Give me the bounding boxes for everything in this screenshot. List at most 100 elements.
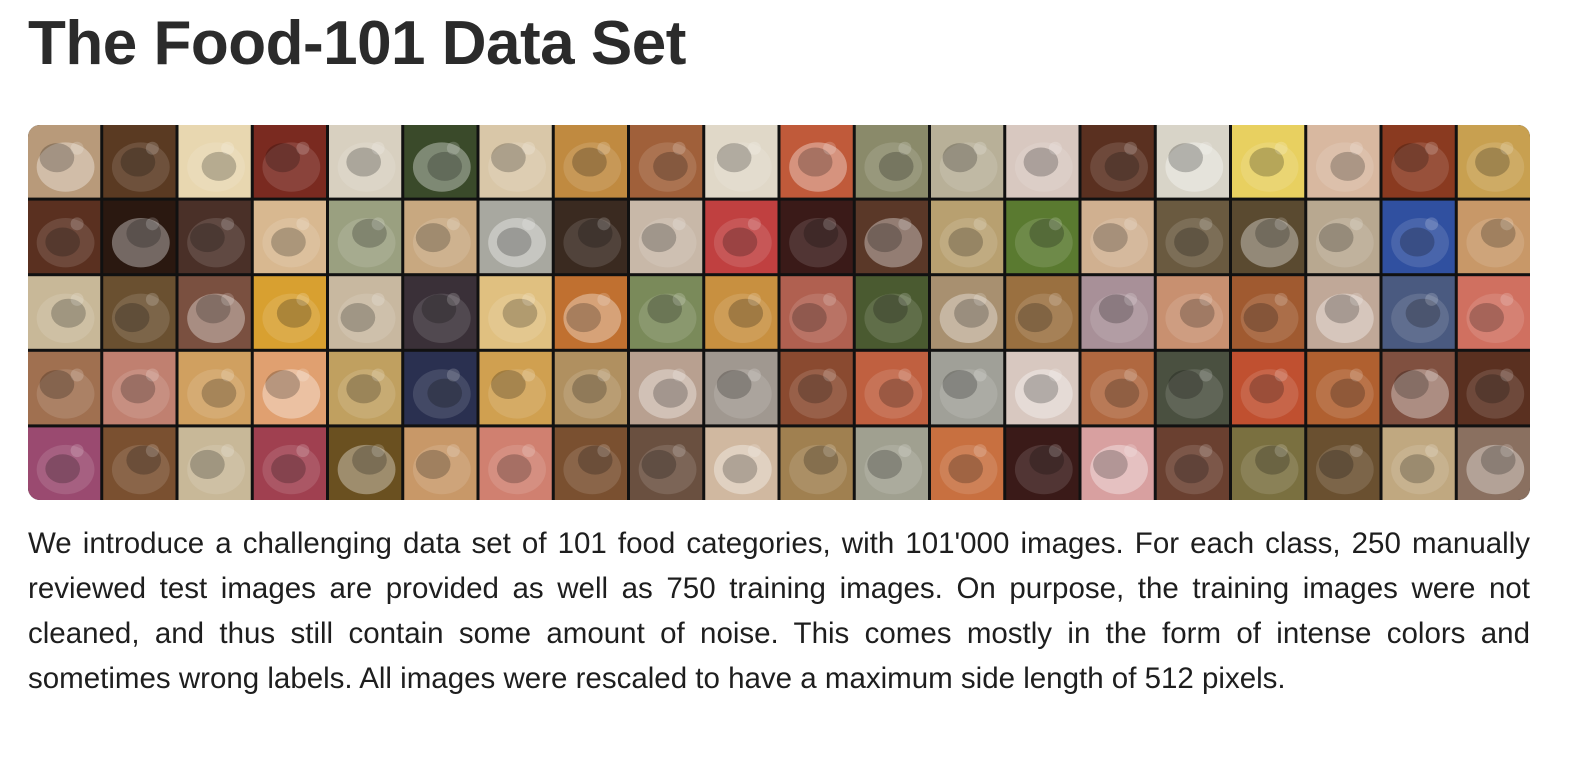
food-photo-tile bbox=[329, 351, 402, 425]
food-photo-tile bbox=[178, 276, 251, 349]
food-photo-tile bbox=[1382, 351, 1455, 425]
food-photo-tile bbox=[855, 427, 928, 500]
food-photo-tile bbox=[1156, 276, 1229, 349]
food-photo-tile bbox=[1232, 351, 1305, 425]
food-photo-tile bbox=[404, 351, 477, 425]
food-photo-tile bbox=[1232, 427, 1305, 500]
food-photo-tile bbox=[554, 276, 627, 349]
food-photo-tile bbox=[1457, 125, 1530, 198]
food-photo-tile bbox=[329, 200, 402, 274]
food-photo-tile bbox=[103, 427, 176, 500]
food-photo-tile bbox=[1457, 200, 1530, 274]
food-photo-tile bbox=[329, 276, 402, 349]
food-photo-tile bbox=[1457, 276, 1530, 349]
food-photo-tile bbox=[1006, 276, 1079, 349]
food-photo-tile bbox=[931, 351, 1004, 425]
food-photo-tile bbox=[28, 427, 101, 500]
food-photo-tile bbox=[329, 125, 402, 198]
mosaic-grid bbox=[28, 125, 1530, 500]
food-photo-tile bbox=[705, 351, 778, 425]
food-photo-tile bbox=[630, 200, 703, 274]
food-photo-tile bbox=[855, 351, 928, 425]
page-title: The Food-101 Data Set bbox=[28, 9, 686, 78]
food-photo-tile bbox=[1307, 276, 1380, 349]
food-photo-tile bbox=[479, 125, 552, 198]
food-photo-tile bbox=[1457, 427, 1530, 500]
food-photo-tile bbox=[1006, 200, 1079, 274]
food-photo-tile bbox=[1006, 427, 1079, 500]
food-photo-tile bbox=[1232, 276, 1305, 349]
food-photo-tile bbox=[780, 200, 853, 274]
food-photo-tile bbox=[1382, 276, 1455, 349]
food-photo-tile bbox=[780, 276, 853, 349]
food-photo-tile bbox=[931, 276, 1004, 349]
food-photo-tile bbox=[780, 427, 853, 500]
food-photo-tile bbox=[1081, 427, 1154, 500]
food-photo-tile bbox=[28, 200, 101, 274]
food-photo-tile bbox=[705, 427, 778, 500]
food-photo-tile bbox=[28, 276, 101, 349]
food-photo-tile bbox=[253, 200, 326, 274]
food-photo-tile bbox=[28, 351, 101, 425]
food-photo-tile bbox=[479, 427, 552, 500]
food-photo-tile bbox=[329, 427, 402, 500]
food-photo-tile bbox=[1307, 125, 1380, 198]
food-photo-tile bbox=[1156, 125, 1229, 198]
food-photo-tile bbox=[404, 276, 477, 349]
food-photo-tile bbox=[479, 276, 552, 349]
food-photo-tile bbox=[1081, 351, 1154, 425]
food-photo-tile bbox=[705, 125, 778, 198]
food-photo-tile bbox=[28, 125, 101, 198]
food-photo-tile bbox=[1457, 351, 1530, 425]
dataset-description: We introduce a challenging data set of 1… bbox=[28, 527, 1530, 695]
food-photo-tile bbox=[1156, 427, 1229, 500]
food-photo-tile bbox=[1156, 351, 1229, 425]
food-photo-tile bbox=[479, 351, 552, 425]
food-photo-tile bbox=[103, 200, 176, 274]
food-photo-tile bbox=[1156, 200, 1229, 274]
food-photo-tile bbox=[780, 351, 853, 425]
food-photo-tile bbox=[855, 200, 928, 274]
food-photo-tile bbox=[1232, 200, 1305, 274]
food-photo-tile bbox=[103, 276, 176, 349]
food-photo-tile bbox=[931, 125, 1004, 198]
food-photo-tile bbox=[1382, 427, 1455, 500]
food-image-mosaic bbox=[28, 125, 1530, 500]
food-photo-tile bbox=[630, 125, 703, 198]
food-photo-tile bbox=[780, 125, 853, 198]
food-photo-tile bbox=[554, 200, 627, 274]
food-photo-tile bbox=[554, 427, 627, 500]
food-photo-tile bbox=[931, 427, 1004, 500]
food-photo-tile bbox=[404, 125, 477, 198]
food-photo-tile bbox=[253, 351, 326, 425]
food-photo-tile bbox=[855, 276, 928, 349]
food-photo-tile bbox=[705, 200, 778, 274]
food-photo-tile bbox=[103, 351, 176, 425]
food-photo-tile bbox=[554, 351, 627, 425]
food-photo-tile bbox=[705, 276, 778, 349]
food-photo-tile bbox=[1382, 125, 1455, 198]
food-photo-tile bbox=[1307, 351, 1380, 425]
food-photo-tile bbox=[931, 200, 1004, 274]
food-photo-tile bbox=[404, 200, 477, 274]
food-photo-tile bbox=[630, 427, 703, 500]
food-photo-tile bbox=[253, 427, 326, 500]
food-photo-tile bbox=[1307, 427, 1380, 500]
food-photo-tile bbox=[404, 427, 477, 500]
food-photo-tile bbox=[1382, 200, 1455, 274]
food-photo-tile bbox=[1006, 351, 1079, 425]
food-photo-tile bbox=[103, 125, 176, 198]
food-photo-tile bbox=[178, 200, 251, 274]
food-photo-tile bbox=[178, 351, 251, 425]
food-photo-tile bbox=[178, 427, 251, 500]
food-photo-tile bbox=[630, 351, 703, 425]
food-photo-tile bbox=[1081, 276, 1154, 349]
food-photo-tile bbox=[1307, 200, 1380, 274]
food-photo-tile bbox=[855, 125, 928, 198]
food-photo-tile bbox=[479, 200, 552, 274]
food-photo-tile bbox=[554, 125, 627, 198]
food-photo-tile bbox=[630, 276, 703, 349]
food-photo-tile bbox=[178, 125, 251, 198]
food-photo-tile bbox=[1232, 125, 1305, 198]
food-photo-tile bbox=[1081, 125, 1154, 198]
